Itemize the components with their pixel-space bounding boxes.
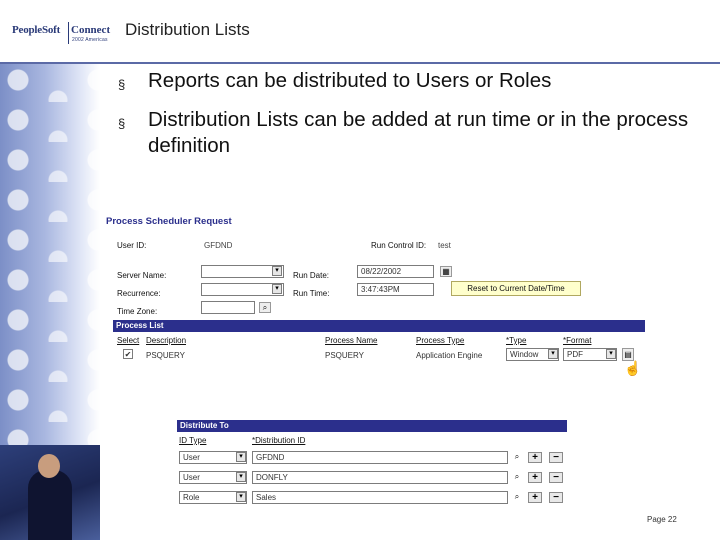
recurrence-label: Recurrence:: [117, 289, 161, 298]
col-process-type: Process Type: [416, 336, 465, 345]
format-dropdown-icon[interactable]: ▾: [606, 349, 616, 359]
select-checkbox[interactable]: ✔: [123, 349, 133, 359]
bullet-marker: §: [118, 77, 126, 92]
col-distribution-id: *Distribution ID: [252, 436, 306, 445]
col-select: Select: [117, 336, 140, 345]
row-process-name: PSQUERY: [325, 351, 364, 360]
run-time-label: Run Time:: [293, 289, 330, 298]
col-format: *Format: [563, 336, 592, 345]
delete-row-button[interactable]: −: [549, 492, 563, 503]
col-type: *Type: [506, 336, 527, 345]
user-id-value: GFDND: [204, 241, 233, 250]
bullet-text: Reports can be distributed to Users or R…: [148, 69, 552, 92]
decorative-side-band: [0, 62, 100, 540]
lookup-icon[interactable]: ⌕: [511, 452, 523, 463]
lookup-icon[interactable]: ⌕: [511, 492, 523, 503]
run-date-label: Run Date:: [293, 271, 330, 280]
id-type-dropdown-icon[interactable]: ▾: [236, 472, 246, 482]
col-process-name: Process Name: [325, 336, 378, 345]
logo-peoplesoft: PeopleSoft: [12, 24, 61, 36]
page-number: Page 22: [647, 515, 677, 524]
id-type-dropdown-icon[interactable]: ▾: [236, 452, 246, 462]
user-id-label: User ID:: [117, 241, 147, 250]
run-date-input[interactable]: 08/22/2002: [357, 265, 434, 278]
hand-cursor-icon: ☝: [624, 360, 642, 376]
row-process-type: Application Engine: [416, 351, 483, 360]
bullet-text: Distribution Lists can be added at run t…: [148, 108, 689, 157]
reset-date-time-button[interactable]: Reset to Current Date/Time: [451, 281, 581, 296]
photo-figure: [28, 470, 72, 540]
add-row-button[interactable]: +: [528, 452, 542, 463]
businessman-photo: [0, 445, 100, 540]
time-zone-input[interactable]: [201, 301, 255, 314]
distribution-id-input[interactable]: Sales: [252, 491, 508, 504]
bullet-marker: §: [118, 116, 126, 131]
process-list-header: Process List: [113, 320, 645, 332]
run-time-input[interactable]: 3:47:43PM: [357, 283, 434, 296]
calendar-icon[interactable]: ▦: [440, 266, 452, 277]
logo-tagline: 2002 Americas: [72, 37, 108, 43]
col-id-type: ID Type: [179, 436, 207, 445]
type-dropdown-icon[interactable]: ▾: [548, 349, 558, 359]
lookup-icon[interactable]: ⌕: [259, 302, 271, 313]
add-row-button[interactable]: +: [528, 472, 542, 483]
time-zone-label: Time Zone:: [117, 307, 158, 316]
delete-row-button[interactable]: −: [549, 472, 563, 483]
server-name-label: Server Name:: [117, 271, 167, 280]
distribution-id-input[interactable]: GFDND: [252, 451, 508, 464]
logo-connect: Connect: [71, 24, 111, 36]
server-name-dropdown-icon[interactable]: ▾: [272, 266, 282, 276]
row-description: PSQUERY: [146, 351, 185, 360]
run-control-value: test: [438, 241, 451, 250]
photo-head: [38, 454, 60, 478]
slide-header: PeopleSoft Connect 2002 Americas Distrib…: [0, 0, 720, 64]
id-type-dropdown-icon[interactable]: ▾: [236, 492, 246, 502]
lookup-icon[interactable]: ⌕: [511, 472, 523, 483]
peoplesoft-connect-logo: PeopleSoft Connect 2002 Americas: [12, 18, 112, 46]
distribution-id-input[interactable]: DONFLY: [252, 471, 508, 484]
page-title: Distribution Lists: [125, 20, 250, 39]
add-row-button[interactable]: +: [528, 492, 542, 503]
recurrence-dropdown-icon[interactable]: ▾: [272, 284, 282, 294]
logo-divider: [68, 22, 69, 44]
distribute-to-header: Distribute To: [177, 420, 567, 432]
col-description: Description: [146, 336, 187, 345]
run-control-label: Run Control ID:: [371, 241, 427, 250]
psr-title: Process Scheduler Request: [106, 216, 232, 227]
delete-row-button[interactable]: −: [549, 452, 563, 463]
